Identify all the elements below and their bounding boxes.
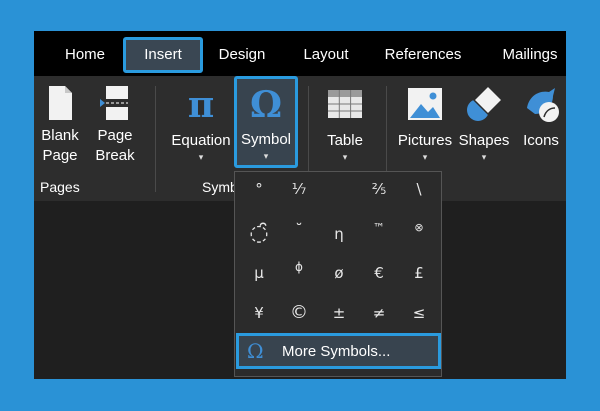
chevron-down-icon: ▾ xyxy=(422,152,428,162)
shapes-label: Shapes xyxy=(458,132,510,149)
symbol-button[interactable]: Ω Symbol ▾ xyxy=(234,76,298,168)
symbol-cell[interactable]: ⅐ xyxy=(279,180,319,198)
icons-label: Icons xyxy=(523,132,559,149)
symbol-cell[interactable]: \ xyxy=(399,180,439,198)
symbol-cell[interactable]: η xyxy=(319,225,359,243)
tab-insert[interactable]: Insert xyxy=(123,37,203,73)
pi-icon: π xyxy=(188,84,214,124)
symbol-cell[interactable]: ≤ xyxy=(399,304,439,322)
pictures-button[interactable]: Pictures ▾ xyxy=(394,84,456,163)
symbol-cell[interactable]: μ xyxy=(239,264,279,282)
pages-group-label: Pages xyxy=(40,179,80,195)
chevron-down-icon: ▾ xyxy=(481,152,487,162)
page-break-button[interactable]: Page Break xyxy=(90,84,140,166)
svg-text:Ω: Ω xyxy=(250,84,282,124)
symbol-cell[interactable]: ⊗ xyxy=(399,221,439,234)
tab-mailings[interactable]: Mailings xyxy=(494,37,566,73)
shapes-button[interactable]: Shapes ▾ xyxy=(456,84,512,163)
table-label: Table xyxy=(327,132,363,149)
symbol-cell[interactable]: ϕ xyxy=(279,260,319,274)
symbol-cell[interactable]: ¥ xyxy=(239,304,279,322)
group-separator xyxy=(155,86,156,192)
more-symbols-label: More Symbols... xyxy=(282,343,391,360)
svg-text:π: π xyxy=(188,84,214,124)
symbol-cell[interactable]: € xyxy=(359,264,399,282)
symbol-label: Symbol xyxy=(240,131,292,148)
tab-design[interactable]: Design xyxy=(210,37,274,73)
tab-layout[interactable]: Layout xyxy=(296,37,356,73)
blank-page-label-line2: Page xyxy=(42,147,78,164)
symbol-cell[interactable]: ° xyxy=(239,180,279,198)
table-button[interactable]: Table ▾ xyxy=(320,84,370,163)
equation-label: Equation xyxy=(171,132,231,149)
symbol-cell[interactable]: ± xyxy=(319,304,359,322)
omega-icon: Ω xyxy=(250,84,282,124)
blank-page-button[interactable]: Blank Page xyxy=(36,84,84,166)
page-break-label-line1: Page xyxy=(97,127,133,144)
pictures-label: Pictures xyxy=(397,132,453,149)
chevron-down-icon: ▾ xyxy=(342,152,348,162)
chevron-down-icon: ▾ xyxy=(263,151,269,161)
shapes-icon xyxy=(467,84,504,121)
chevron-down-icon: ▾ xyxy=(198,152,204,162)
word-window: Home Insert Design Layout References Mai… xyxy=(34,31,566,379)
tab-home[interactable]: Home xyxy=(54,37,116,73)
picture-icon xyxy=(408,88,442,120)
tab-references[interactable]: References xyxy=(380,37,466,73)
symbol-gallery: ° ⅐ ⅖ \ ◌̑ ˘ η ™ ⊗ μ ϕ ø € £ ¥ © ± ≠ ≤ Ω… xyxy=(234,171,442,377)
symbol-cell[interactable]: ™ xyxy=(359,221,399,235)
symbol-cell[interactable]: © xyxy=(279,302,319,323)
table-icon xyxy=(328,90,362,118)
symbols-group-label: Symb xyxy=(202,179,238,195)
symbol-cell[interactable]: £ xyxy=(399,264,439,282)
icons-button[interactable]: Icons xyxy=(516,84,566,151)
omega-icon: Ω xyxy=(247,339,264,363)
ribbon-tab-bar: Home Insert Design Layout References Mai… xyxy=(34,31,566,76)
equation-button[interactable]: π Equation ▾ xyxy=(166,84,236,163)
symbol-cell[interactable]: ≠ xyxy=(359,304,399,322)
more-symbols-button[interactable]: Ω More Symbols... xyxy=(236,333,441,369)
blank-page-label-line1: Blank xyxy=(41,127,79,144)
symbol-cell[interactable]: ◌̑ xyxy=(239,221,279,246)
symbol-cell[interactable]: ø xyxy=(319,264,359,282)
page-break-icon xyxy=(100,86,128,120)
symbol-cell[interactable]: ⅖ xyxy=(359,180,399,198)
bird-leaf-icon xyxy=(527,88,559,122)
blank-page-icon xyxy=(49,86,72,120)
page-break-label-line2: Break xyxy=(95,147,135,164)
symbol-cell[interactable]: ˘ xyxy=(279,221,319,239)
